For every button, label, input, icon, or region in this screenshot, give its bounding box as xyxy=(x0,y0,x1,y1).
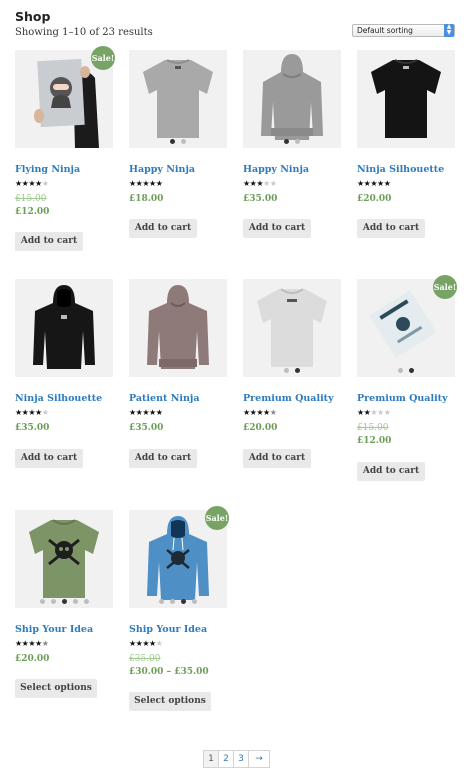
select-arrows-icon: ▲ ▼ xyxy=(444,24,454,37)
image-carousel-dots[interactable] xyxy=(15,599,113,604)
add-to-cart-button[interactable]: Add to cart xyxy=(357,219,425,238)
price: £20.00 xyxy=(243,423,278,433)
regular-price: £15.00 xyxy=(357,423,389,433)
product-name[interactable]: Ship Your Idea xyxy=(15,624,93,635)
product-image[interactable] xyxy=(243,279,341,377)
black-hoodie-image xyxy=(15,279,113,377)
product-name[interactable]: Ninja Silhouette xyxy=(357,164,444,175)
product-image[interactable] xyxy=(15,279,113,377)
page-2-link[interactable]: 2 xyxy=(219,751,234,767)
add-to-cart-button[interactable]: Add to cart xyxy=(15,449,83,468)
regular-price: £15.00 xyxy=(15,194,47,204)
product-name[interactable]: Patient Ninja xyxy=(129,393,199,404)
price: £18.00 xyxy=(129,194,164,204)
add-to-cart-button[interactable]: Add to cart xyxy=(243,449,311,468)
mauve-hoodie-image xyxy=(129,279,227,377)
rating-stars: ★★★★★ xyxy=(15,639,49,648)
rating-stars: ★★★★★ xyxy=(129,179,163,188)
black-tshirt-image xyxy=(357,50,455,148)
sort-select[interactable]: Default sorting ▲ ▼ xyxy=(352,24,455,37)
add-to-cart-button[interactable]: Add to cart xyxy=(357,462,425,481)
page-1: 1 xyxy=(204,751,219,767)
sort-select-value: Default sorting xyxy=(357,26,413,35)
sale-badge: Sale! xyxy=(91,46,115,70)
product-name[interactable]: Happy Ninja xyxy=(243,164,309,175)
image-carousel-dots[interactable] xyxy=(243,139,341,144)
result-count: Showing 1–10 of 23 results xyxy=(15,27,153,38)
select-options-button[interactable]: Select options xyxy=(15,679,97,698)
add-to-cart-button[interactable]: Add to cart xyxy=(129,449,197,468)
price: £35.00 xyxy=(243,194,278,204)
add-to-cart-button[interactable]: Add to cart xyxy=(15,232,83,251)
sale-price: £12.00 xyxy=(357,436,392,446)
sale-price: £12.00 xyxy=(15,207,50,217)
product-image[interactable] xyxy=(129,50,227,148)
image-carousel-dots[interactable] xyxy=(129,599,227,604)
price: £20.00 xyxy=(15,654,50,664)
white-tshirt-image xyxy=(243,279,341,377)
rating-stars: ★★★★★ xyxy=(129,408,163,417)
rating-stars: ★★★★★ xyxy=(357,408,391,417)
sale-badge: Sale! xyxy=(433,275,457,299)
product-name[interactable]: Premium Quality xyxy=(357,393,448,404)
price: £35.00 xyxy=(129,423,164,433)
rating-stars: ★★★★★ xyxy=(129,639,163,648)
product-image[interactable] xyxy=(129,279,227,377)
product-name[interactable]: Premium Quality xyxy=(243,393,334,404)
price: £35.00 xyxy=(15,423,50,433)
image-carousel-dots[interactable] xyxy=(129,139,227,144)
rating-stars: ★★★★★ xyxy=(15,179,49,188)
product-image[interactable] xyxy=(357,50,455,148)
green-tshirt-image xyxy=(15,510,113,608)
sale-badge: Sale! xyxy=(205,506,229,530)
next-page-arrow-icon[interactable]: → xyxy=(249,751,269,767)
add-to-cart-button[interactable]: Add to cart xyxy=(243,219,311,238)
rating-stars: ★★★★★ xyxy=(357,179,391,188)
select-options-button[interactable]: Select options xyxy=(129,692,211,711)
rating-stars: ★★★★★ xyxy=(243,408,277,417)
page-3-link[interactable]: 3 xyxy=(234,751,249,767)
sale-price-range: £30.00 – £35.00 xyxy=(129,667,209,677)
regular-price: £35.00 xyxy=(129,654,161,664)
product-name[interactable]: Ninja Silhouette xyxy=(15,393,102,404)
rating-stars: ★★★★★ xyxy=(243,179,277,188)
rating-stars: ★★★★★ xyxy=(15,408,49,417)
product-name[interactable]: Ship Your Idea xyxy=(129,624,207,635)
image-carousel-dots[interactable] xyxy=(357,368,455,373)
page-title: Shop xyxy=(15,9,51,24)
product-name[interactable]: Flying Ninja xyxy=(15,164,80,175)
price: £20.00 xyxy=(357,194,392,204)
product-image[interactable] xyxy=(15,510,113,608)
product-image[interactable] xyxy=(243,50,341,148)
image-carousel-dots[interactable] xyxy=(243,368,341,373)
product-name[interactable]: Happy Ninja xyxy=(129,164,195,175)
pagination: 1 2 3 → xyxy=(203,750,270,768)
grey-tshirt-image xyxy=(129,50,227,148)
grey-hoodie-image xyxy=(243,50,341,148)
add-to-cart-button[interactable]: Add to cart xyxy=(129,219,197,238)
